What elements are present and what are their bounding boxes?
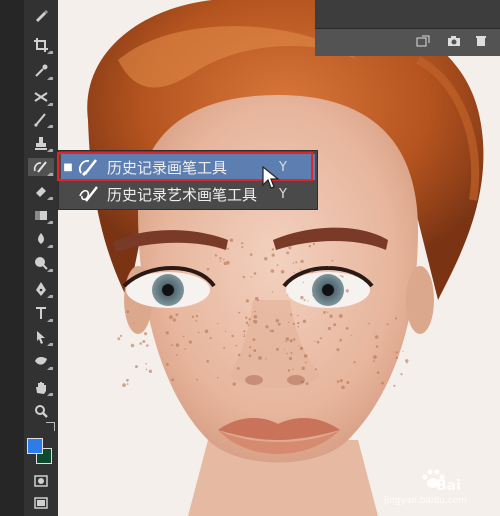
portrait-photo xyxy=(58,0,500,516)
camera-icon xyxy=(448,36,460,46)
baidu-jingyan-watermark: Bai jingyan.baidu.com xyxy=(380,468,496,508)
type-tool[interactable] xyxy=(28,304,54,322)
tools-panel xyxy=(24,0,59,516)
swap-colors-icon[interactable] xyxy=(46,422,55,431)
history-brush-tool[interactable] xyxy=(28,158,54,176)
zoom-tool[interactable] xyxy=(28,402,54,420)
shape-tool[interactable] xyxy=(28,352,54,370)
clone-stamp-tool[interactable] xyxy=(28,134,54,152)
history-panel xyxy=(315,0,500,56)
brush-tool[interactable] xyxy=(28,6,54,24)
zoom-icon xyxy=(35,405,48,418)
hand-tool[interactable] xyxy=(28,378,54,396)
delete-state-button[interactable] xyxy=(473,34,489,48)
watermark-brand: Bai xyxy=(436,478,461,494)
mouse-cursor-icon xyxy=(262,166,280,189)
foreground-color-swatch[interactable] xyxy=(27,438,43,454)
history-panel-list xyxy=(315,0,500,29)
crop-tool[interactable] xyxy=(28,36,54,54)
new-snapshot-icon xyxy=(416,35,430,47)
trash-icon xyxy=(476,36,486,46)
eyedropper-tool[interactable] xyxy=(28,62,54,80)
blur-tool[interactable] xyxy=(28,230,54,248)
path-selection-tool[interactable] xyxy=(28,328,54,346)
healing-brush-tool[interactable] xyxy=(28,88,54,106)
new-document-from-state-button[interactable] xyxy=(415,34,431,48)
screen-mode-button[interactable] xyxy=(28,494,54,512)
watermark-url: jingyan.baidu.com xyxy=(384,496,468,506)
brush-tool-2[interactable] xyxy=(28,110,54,128)
art-history-brush-icon xyxy=(75,183,103,205)
document-canvas[interactable] xyxy=(58,0,500,516)
brush-icon xyxy=(36,10,48,22)
quick-mask-button[interactable] xyxy=(28,472,54,490)
create-snapshot-button[interactable] xyxy=(446,34,462,48)
dodge-tool[interactable] xyxy=(28,254,54,272)
eraser-tool[interactable] xyxy=(28,182,54,200)
pen-tool[interactable] xyxy=(28,280,54,298)
quick-mask-icon xyxy=(34,475,48,487)
screen-mode-icon xyxy=(34,497,48,509)
menu-item-label: 历史记录艺术画笔工具 xyxy=(107,185,258,204)
left-edge-strip xyxy=(0,0,24,516)
menu-item-shortcut: Y xyxy=(279,186,287,202)
gradient-tool[interactable] xyxy=(28,206,54,224)
